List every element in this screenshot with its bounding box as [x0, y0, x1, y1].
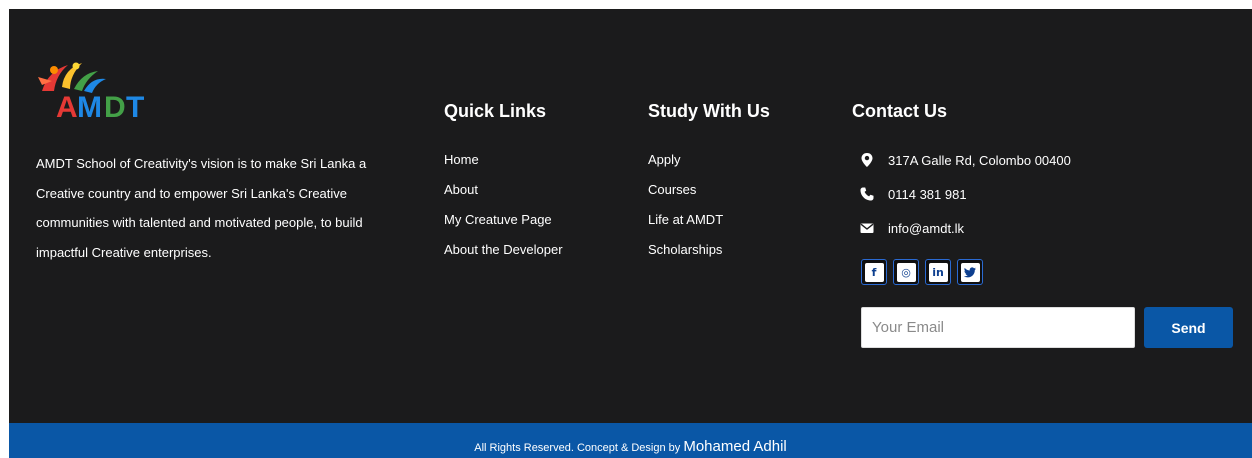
send-button[interactable]: Send — [1144, 307, 1233, 348]
twitter-bird-icon — [963, 266, 976, 277]
study-with-us-column: Study With Us Apply Courses Life at AMDT… — [648, 99, 770, 265]
newsletter-email-input[interactable] — [861, 307, 1135, 348]
linkedin-button[interactable]: in — [925, 259, 951, 285]
contact-email-row: info@amdt.lk — [852, 211, 1071, 245]
amdt-logo[interactable]: A M D T — [34, 57, 174, 123]
contact-address: 317A Galle Rd, Colombo 00400 — [888, 152, 1071, 168]
contact-column: Contact Us 317A Galle Rd, Colombo 00400 … — [852, 99, 1071, 245]
contact-address-row: 317A Galle Rd, Colombo 00400 — [852, 143, 1071, 177]
map-marker-icon — [861, 153, 873, 167]
facebook-icon: f — [864, 262, 884, 282]
contact-phone[interactable]: 0114 381 981 — [888, 187, 967, 202]
logo-letter-a: A — [56, 91, 78, 123]
logo-mark: A M D T — [38, 62, 144, 123]
contact-list: 317A Galle Rd, Colombo 00400 0114 381 98… — [852, 143, 1071, 245]
logo-letter-t: T — [126, 91, 144, 123]
site-footer: A M D T AMDT School of Creativity's visi… — [9, 9, 1252, 423]
facebook-button[interactable]: f — [861, 259, 887, 285]
phone-icon — [860, 187, 874, 201]
contact-phone-row: 0114 381 981 — [852, 177, 1071, 211]
instagram-icon: ◎ — [896, 262, 916, 282]
author-link[interactable]: Mohamed Adhil — [683, 438, 786, 455]
study-heading: Study With Us — [648, 101, 770, 121]
quick-link-about-developer[interactable]: About the Developer — [444, 235, 563, 265]
quick-links-list: Home About My Creatuve Page About the De… — [444, 145, 563, 265]
quick-link-about[interactable]: About — [444, 175, 563, 205]
envelope-icon — [860, 223, 874, 233]
study-links-list: Apply Courses Life at AMDT Scholarships — [648, 145, 770, 265]
quick-link-my-creative-page[interactable]: My Creatuve Page — [444, 205, 563, 235]
study-link-apply[interactable]: Apply — [648, 145, 770, 175]
about-description: AMDT School of Creativity's vision is to… — [36, 156, 367, 260]
quick-links-heading: Quick Links — [444, 101, 547, 121]
twitter-button[interactable] — [957, 259, 983, 285]
quick-link-home[interactable]: Home — [444, 145, 563, 175]
social-links: f ◎ in — [861, 259, 989, 285]
study-link-scholarships[interactable]: Scholarships — [648, 235, 770, 265]
copyright-text: All Rights Reserved. Concept & Design by — [474, 442, 684, 454]
contact-heading: Contact Us — [852, 101, 948, 121]
quick-links-column: Quick Links Home About My Creatuve Page … — [444, 99, 563, 265]
linkedin-icon: in — [928, 262, 948, 282]
copyright-bar: All Rights Reserved. Concept & Design by… — [9, 423, 1252, 458]
study-link-courses[interactable]: Courses — [648, 175, 770, 205]
twitter-icon — [960, 262, 980, 282]
contact-email[interactable]: info@amdt.lk — [888, 221, 964, 236]
logo-letter-m: M — [77, 91, 102, 123]
study-link-life-at-amdt[interactable]: Life at AMDT — [648, 205, 770, 235]
instagram-button[interactable]: ◎ — [893, 259, 919, 285]
logo-letter-d: D — [104, 91, 126, 123]
